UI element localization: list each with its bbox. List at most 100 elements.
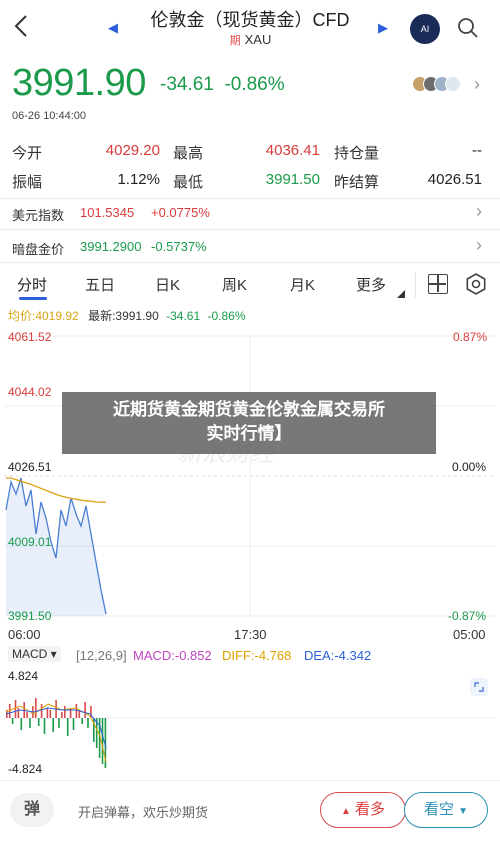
- dark-gold-change: -0.5737%: [151, 239, 207, 254]
- dropdown-corner-icon: [397, 290, 405, 298]
- divider: [0, 229, 500, 230]
- diff-value: DIFF:-4.768: [222, 648, 292, 663]
- prev-settle-value: 4026.51: [427, 171, 482, 188]
- bottom-action-bar: 弹 开启弹幕，欢乐炒期货 ▲ 看多 看空 ▼: [0, 780, 500, 847]
- indicator-select[interactable]: MACD ▾: [8, 646, 61, 662]
- symbol-code: XAU: [244, 32, 272, 47]
- legend-average: 均价:4019.92: [8, 309, 79, 323]
- price-change: -34.61 -0.86%: [160, 74, 285, 96]
- macd-histogram-bar: [72, 718, 75, 730]
- macd-histogram-bar: [75, 704, 78, 718]
- chevron-right-icon: ›: [476, 235, 482, 255]
- intraday-chart[interactable]: [0, 322, 500, 624]
- macd-histogram-bar: [20, 718, 23, 730]
- tab-monthly-k[interactable]: 月K: [290, 274, 315, 295]
- active-tab-indicator: [19, 297, 47, 300]
- quote-time: 06-26 10:44:00: [12, 110, 87, 122]
- search-icon[interactable]: [456, 16, 480, 40]
- tab-five-day[interactable]: 五日: [85, 274, 115, 295]
- macd-histogram-bar: [61, 712, 63, 718]
- prev-settle-label: 昨结算: [334, 174, 380, 191]
- macd-histogram-bar: [87, 718, 89, 728]
- stats-row-2: 振幅 1.12% 最低 3991.50 昨结算 4026.51: [0, 171, 500, 197]
- bull-icon: ▲: [340, 806, 351, 817]
- dea-value: DEA:-4.342: [304, 648, 372, 663]
- change-percent: -0.86%: [224, 74, 285, 95]
- futures-tag: 期: [228, 32, 242, 48]
- tab-intraday[interactable]: 分时: [17, 274, 47, 295]
- y-tick-label: 4026.51: [8, 460, 52, 474]
- tab-weekly-k[interactable]: 周K: [222, 274, 247, 295]
- legend-change: -34.61: [166, 309, 201, 323]
- bearish-button[interactable]: 看空 ▼: [404, 792, 488, 828]
- macd-value: MACD:-0.852: [133, 648, 212, 663]
- headline-line-2: 实时行情】: [206, 424, 292, 443]
- macd-histogram-bar: [29, 718, 31, 728]
- macd-histogram-bar: [64, 706, 66, 718]
- usd-index-value: 101.5345: [80, 205, 135, 220]
- usd-index-change: +0.0775%: [151, 205, 210, 220]
- community-avatars[interactable]: [412, 76, 461, 94]
- y-tick-label: 4009.01: [8, 535, 52, 549]
- danmu-toggle-button[interactable]: 弹: [10, 793, 54, 827]
- bullish-button[interactable]: ▲ 看多: [320, 792, 406, 828]
- layout-grid-icon[interactable]: [428, 274, 448, 294]
- indicator-select-label: MACD: [12, 647, 48, 661]
- x-tick-label: 05:00: [453, 627, 486, 642]
- expand-icon[interactable]: [470, 678, 488, 696]
- danmu-prompt[interactable]: 开启弹幕，欢乐炒期货: [78, 802, 208, 821]
- macd-histogram-bar: [40, 704, 43, 718]
- macd-histogram-bar: [23, 702, 25, 718]
- x-tick-label: 06:00: [8, 627, 41, 642]
- macd-histogram-bar: [58, 718, 60, 728]
- macd-histogram-bar: [84, 702, 86, 718]
- headline-line-1: 近期货黄金期货黄金伦敦金属交易所: [113, 400, 385, 419]
- macd-histogram-bar: [17, 708, 20, 718]
- macd-histogram-bar: [26, 712, 28, 718]
- bearish-label: 看空: [423, 801, 454, 818]
- macd-histogram-bar: [52, 718, 54, 732]
- macd-histogram-bar: [101, 718, 104, 764]
- open-label: 今开: [12, 145, 43, 162]
- y-tick-label: 4044.02: [8, 385, 52, 399]
- open-interest-label: 持仓量: [334, 145, 380, 162]
- tab-daily-k[interactable]: 日K: [155, 274, 180, 295]
- macd-chart-svg: [4, 698, 496, 768]
- top-nav-bar: ◀ 伦敦金（现货黄金）CFD 期 XAU ▶ AI: [0, 0, 500, 60]
- settings-icon[interactable]: [464, 272, 488, 296]
- chevron-right-icon[interactable]: ›: [474, 74, 480, 95]
- amplitude-label: 振幅: [12, 174, 43, 191]
- low-value: 3991.50: [265, 171, 320, 188]
- ai-label: AI: [420, 24, 430, 34]
- y-right-tick-label: -0.87%: [448, 609, 487, 623]
- high-label: 最高: [173, 145, 204, 162]
- y-tick-label: 4061.52: [8, 330, 52, 344]
- y-right-tick-label: 0.00%: [452, 460, 487, 474]
- chevron-right-icon: ›: [476, 201, 482, 221]
- macd-y-bottom: -4.824: [8, 762, 43, 776]
- avatar: [445, 76, 461, 92]
- open-interest-value: --: [472, 142, 482, 159]
- tab-more[interactable]: 更多: [356, 274, 386, 295]
- usd-index-row[interactable]: 美元指数 101.5345 +0.0775% ›: [0, 198, 500, 228]
- usd-index-label: 美元指数: [12, 208, 65, 223]
- amplitude-value: 1.12%: [117, 171, 160, 188]
- ai-assistant-icon[interactable]: AI: [410, 14, 440, 44]
- high-value: 4036.41: [265, 142, 320, 159]
- macd-chart[interactable]: [0, 666, 500, 780]
- low-label: 最低: [173, 174, 204, 191]
- headline-overlay: 近期货黄金期货黄金伦敦金属交易所 实时行情】: [62, 392, 436, 454]
- bullish-label: 看多: [355, 801, 386, 818]
- macd-histogram-bar: [14, 700, 17, 718]
- danmu-icon: 弹: [23, 801, 40, 818]
- dark-gold-row[interactable]: 暗盘金价 3991.2900 -0.5737% ›: [0, 232, 500, 262]
- macd-histogram-bar: [35, 698, 37, 718]
- dark-gold-value: 3991.2900: [80, 239, 142, 254]
- divider: [0, 262, 500, 263]
- next-symbol-icon[interactable]: ▶: [378, 20, 388, 36]
- open-value: 4029.20: [105, 142, 160, 159]
- intraday-chart-svg: [4, 335, 496, 617]
- change-value: -34.61: [160, 74, 214, 95]
- dark-gold-label: 暗盘金价: [12, 242, 65, 257]
- y-right-tick-label: 0.87%: [453, 330, 488, 344]
